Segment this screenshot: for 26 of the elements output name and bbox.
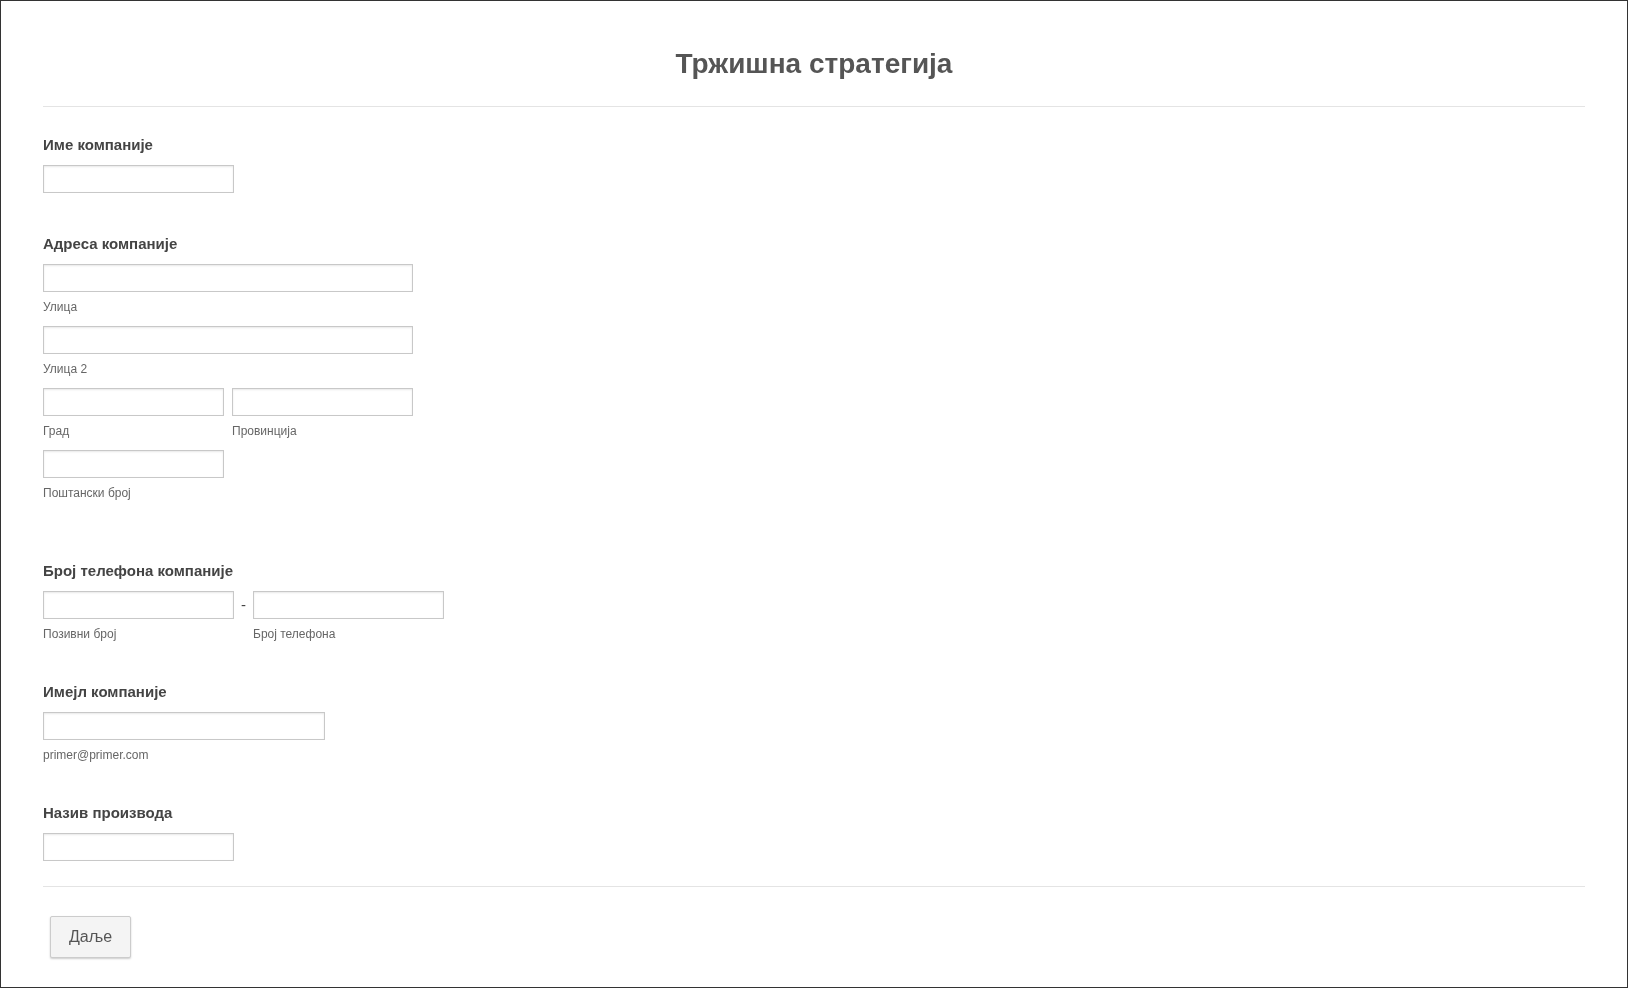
text-input-field[interactable] [43,591,234,620]
field-sublabel: Број телефона [253,627,336,642]
field-sublabel: Град [43,424,70,439]
dash-separator: - [241,595,246,616]
text-input-field[interactable] [232,388,413,417]
text-input-field[interactable] [43,450,224,479]
field-label: Адреса компаније [43,235,178,255]
text-input-field[interactable] [43,326,413,355]
form-title: Тржишна стратегија [675,47,953,81]
field-sublabel: Улица 2 [43,362,88,377]
field-label: Име компаније [43,136,153,156]
field-sublabel: Улица [43,300,78,315]
field-label: Број телефона компаније [43,562,234,582]
field-label: Назив производа [43,804,173,824]
field-sublabel: primer@primer.com [43,748,149,763]
field-sublabel: Провинција [232,424,297,439]
field-label: Имејл компаније [43,683,167,703]
text-input-field[interactable] [43,712,325,741]
next-button[interactable]: Даље [50,916,131,958]
text-input-field[interactable] [43,388,224,417]
text-input-field[interactable] [43,264,413,293]
text-input-field[interactable] [43,165,234,194]
field-sublabel: Позивни број [43,627,117,642]
text-input-field[interactable] [43,833,234,862]
text-input-field[interactable] [253,591,444,620]
field-sublabel: Поштански број [43,486,131,501]
